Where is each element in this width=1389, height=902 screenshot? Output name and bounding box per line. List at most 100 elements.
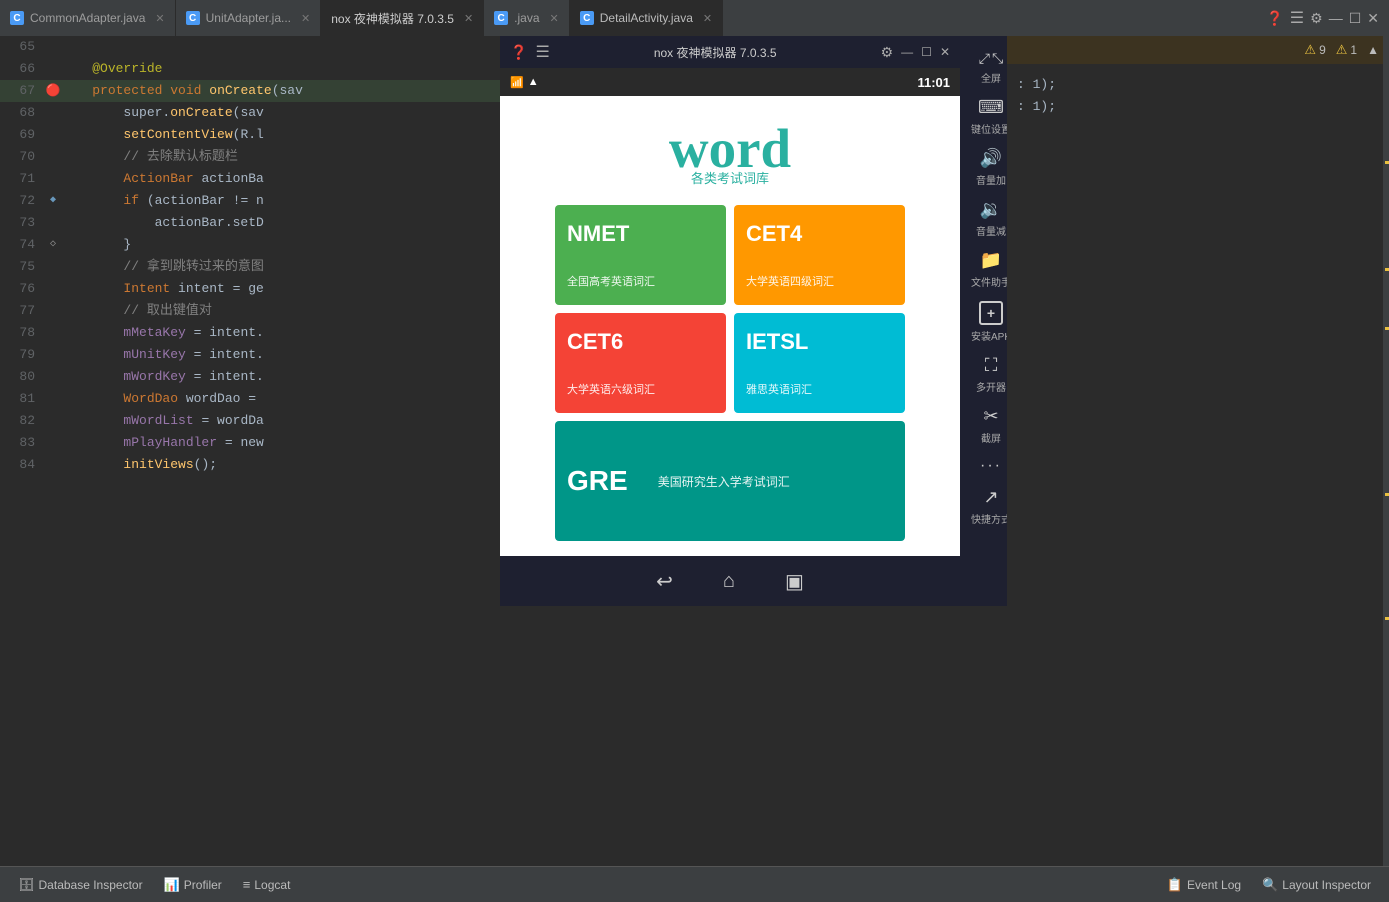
line-content-67: protected void onCreate(sav bbox=[61, 80, 500, 102]
line-number-65: 65 bbox=[0, 36, 45, 58]
line-content-79: mUnitKey = intent. bbox=[61, 344, 500, 366]
tab-close-unit-adapter[interactable]: ✕ bbox=[301, 12, 310, 25]
gre-button[interactable]: GRE 美国研究生入学考试词汇 bbox=[555, 421, 905, 541]
emulator-close-icon[interactable]: ✕ bbox=[1367, 10, 1379, 27]
line-number-75: 75 bbox=[0, 256, 45, 278]
scrollbar-track bbox=[1383, 36, 1389, 866]
nmet-title: NMET bbox=[567, 221, 714, 247]
code-line-82: 82 mWordList = wordDa bbox=[0, 410, 500, 432]
line-content-73: actionBar.setD bbox=[61, 212, 500, 234]
emulator-icon-min[interactable]: — bbox=[901, 45, 913, 59]
line-content-76: Intent intent = ge bbox=[61, 278, 500, 300]
tab-emulator[interactable]: nox 夜神模拟器 7.0.3.5 ✕ bbox=[321, 0, 484, 36]
emulator-titlebar: ❓ ☰ nox 夜神模拟器 7.0.3.5 ⚙ — ☐ ✕ bbox=[500, 36, 960, 68]
line-number-79: 79 bbox=[0, 344, 45, 366]
tab-detail-activity[interactable]: C DetailActivity.java ✕ bbox=[570, 0, 723, 36]
nmet-subtitle: 全国高考英语词汇 bbox=[567, 273, 714, 289]
right-code-line-1: : 1); bbox=[1017, 74, 1379, 96]
code-line-79: 79 mUnitKey = intent. bbox=[0, 344, 500, 366]
line-number-69: 69 bbox=[0, 124, 45, 146]
tab-bar: C CommonAdapter.java ✕ C UnitAdapter.ja.… bbox=[0, 0, 1389, 36]
line-number-72: 72 bbox=[0, 190, 45, 212]
tab-java[interactable]: C .java ✕ bbox=[484, 0, 570, 36]
android-nav-bar: ↩ ⌂ ▣ bbox=[500, 556, 960, 606]
wifi-icon: 📶 bbox=[510, 76, 524, 89]
line-content-70: // 去除默认标题栏 bbox=[61, 146, 500, 168]
emulator-icon-x[interactable]: ✕ bbox=[940, 45, 950, 59]
cet6-subtitle: 大学英语六级词汇 bbox=[567, 381, 714, 397]
nmet-button[interactable]: NMET 全国高考英语词汇 bbox=[555, 205, 726, 305]
status-database-inspector[interactable]: 🗄 Database Inspector bbox=[10, 873, 151, 897]
emulator-help-icon[interactable]: ❓ bbox=[1266, 10, 1283, 27]
emulator-icon-gear[interactable]: ⚙ bbox=[881, 44, 894, 61]
line-number-78: 78 bbox=[0, 322, 45, 344]
tab-label-java: .java bbox=[514, 11, 539, 25]
recents-button[interactable]: ▣ bbox=[785, 569, 804, 594]
cet4-title: CET4 bbox=[746, 221, 893, 247]
line-content-71: ActionBar actionBa bbox=[61, 168, 500, 190]
status-event-log[interactable]: 📋 Event Log bbox=[1159, 873, 1249, 897]
code-line-83: 83 mPlayHandler = new bbox=[0, 432, 500, 454]
status-logcat[interactable]: ≡ Logcat bbox=[235, 873, 299, 896]
tab-close-emulator[interactable]: ✕ bbox=[464, 12, 473, 25]
event-log-icon: 📋 bbox=[1167, 877, 1183, 893]
emulator-minimize-icon[interactable]: — bbox=[1329, 10, 1343, 26]
scroll-marker-5 bbox=[1385, 617, 1389, 620]
right-code-panel: ⚠ 9 ⚠ 1 ▲ : 1); : 1); bbox=[1007, 36, 1389, 866]
code-line-71: 71 ActionBar actionBa bbox=[0, 168, 500, 190]
clock: 11:01 bbox=[917, 75, 950, 90]
tab-label-emulator: nox 夜神模拟器 7.0.3.5 bbox=[331, 10, 454, 27]
status-icons-left: 📶 ▲ bbox=[510, 76, 539, 89]
logcat-label: Logcat bbox=[254, 878, 290, 892]
right-code-content: : 1); : 1); bbox=[1007, 64, 1389, 128]
tab-common-adapter[interactable]: C CommonAdapter.java ✕ bbox=[0, 0, 176, 36]
line-number-82: 82 bbox=[0, 410, 45, 432]
emulator-restore-icon[interactable]: ☐ bbox=[1349, 10, 1362, 27]
line-number-66: 66 bbox=[0, 58, 45, 80]
warning-count-1: 9 bbox=[1319, 43, 1326, 57]
word-logo-area: w ord 各类考试词库 bbox=[669, 121, 791, 187]
vol-down-label: 音量减 bbox=[976, 223, 1006, 238]
code-line-84: 84 initViews(); bbox=[0, 454, 500, 476]
word-grid: NMET 全国高考英语词汇 CET4 大学英语四级词汇 CET6 大学英语六级词… bbox=[555, 205, 905, 541]
ietsl-button[interactable]: IETSL 雅思英语词汇 bbox=[734, 313, 905, 413]
emulator-settings-icon[interactable]: ⚙ bbox=[1310, 10, 1323, 27]
warning-count-2: 1 bbox=[1350, 43, 1357, 57]
status-profiler[interactable]: 📊 Profiler bbox=[156, 873, 230, 897]
code-line-67: 67 🔴 protected void onCreate(sav bbox=[0, 80, 500, 102]
code-line-65: 65 bbox=[0, 36, 500, 58]
warning-triangle-1: ⚠ bbox=[1304, 42, 1316, 58]
screenshot-icon: ✂ bbox=[983, 406, 998, 427]
emulator-icon-max[interactable]: ☐ bbox=[921, 45, 932, 59]
tab-unit-adapter[interactable]: C UnitAdapter.ja... ✕ bbox=[176, 0, 322, 36]
emulator-main: ❓ ☰ nox 夜神模拟器 7.0.3.5 ⚙ — ☐ ✕ 📶 ▲ 11:01 bbox=[500, 36, 960, 606]
logcat-icon: ≡ bbox=[243, 877, 251, 892]
tab-close-detail-activity[interactable]: ✕ bbox=[703, 12, 712, 25]
code-line-68: 68 super.onCreate(sav bbox=[0, 102, 500, 124]
emulator-menu-icon[interactable]: ☰ bbox=[1290, 8, 1304, 28]
event-log-label: Event Log bbox=[1187, 878, 1241, 892]
tab-close-java[interactable]: ✕ bbox=[550, 12, 559, 25]
warning-bar: ⚠ 9 ⚠ 1 ▲ bbox=[1007, 36, 1389, 64]
cet4-button[interactable]: CET4 大学英语四级词汇 bbox=[734, 205, 905, 305]
more-icon: ··· bbox=[980, 457, 1002, 475]
tab-close-common-adapter[interactable]: ✕ bbox=[155, 12, 164, 25]
profiler-icon: 📊 bbox=[164, 877, 180, 893]
gre-title: GRE bbox=[567, 465, 628, 497]
back-button[interactable]: ↩ bbox=[656, 569, 673, 594]
shortcut-label: 快捷方式 bbox=[971, 511, 1011, 526]
warning-triangle-2: ⚠ bbox=[1336, 42, 1348, 58]
status-layout-inspector[interactable]: 🔍 Layout Inspector bbox=[1254, 873, 1379, 897]
line-number-70: 70 bbox=[0, 146, 45, 168]
code-line-81: 81 WordDao wordDao = bbox=[0, 388, 500, 410]
line-number-77: 77 bbox=[0, 300, 45, 322]
home-button[interactable]: ⌂ bbox=[723, 570, 735, 593]
chevron-up-icon[interactable]: ▲ bbox=[1367, 43, 1379, 57]
code-line-70: 70 // 去除默认标题栏 bbox=[0, 146, 500, 168]
line-content-75: // 拿到跳转过来的意图 bbox=[61, 256, 500, 278]
multi-open-icon: ⛶ bbox=[985, 355, 998, 376]
line-number-67: 67 bbox=[0, 80, 45, 102]
line-content-78: mMetaKey = intent. bbox=[61, 322, 500, 344]
line-content-84: initViews(); bbox=[61, 454, 500, 476]
cet6-button[interactable]: CET6 大学英语六级词汇 bbox=[555, 313, 726, 413]
